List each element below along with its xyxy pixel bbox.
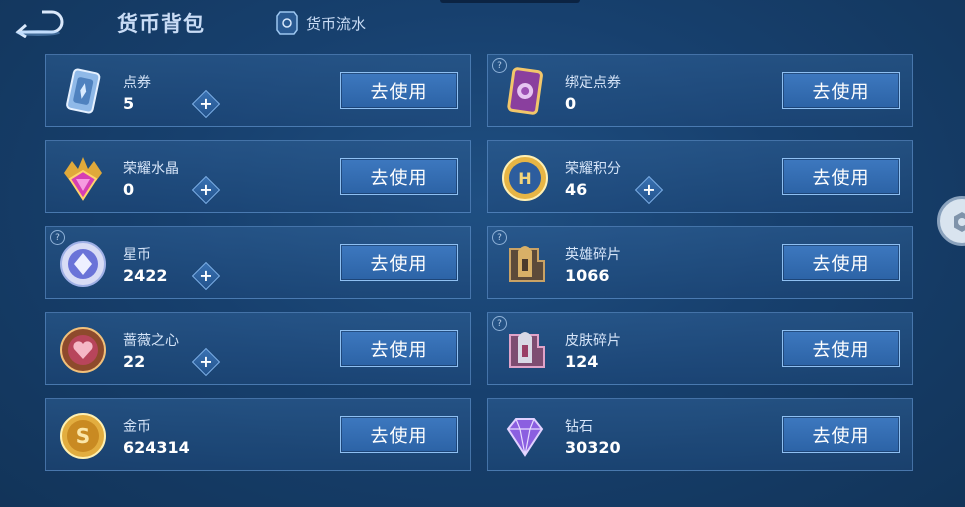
currency-name: 金币 bbox=[123, 419, 151, 435]
currency-flow-label: 货币流水 bbox=[306, 14, 367, 33]
use-button[interactable]: 去使用 bbox=[340, 72, 458, 109]
currency-card: H 荣耀积分 46 + 去使用 bbox=[487, 140, 913, 213]
gold-coin-icon: S bbox=[56, 409, 110, 463]
currency-amount: 624314 bbox=[123, 438, 190, 457]
currency-name: 蔷薇之心 bbox=[123, 333, 179, 349]
honor-points-icon: H bbox=[498, 151, 552, 205]
currency-flow-tab[interactable]: 货币流水 bbox=[276, 10, 366, 36]
currency-card: 蔷薇之心 22 + 去使用 bbox=[45, 312, 471, 385]
star-coin-icon bbox=[56, 237, 110, 291]
hero-fragment-icon bbox=[498, 237, 552, 291]
currency-card: S 金币 624314 去使用 bbox=[45, 398, 471, 471]
currency-amount: 5 bbox=[123, 94, 135, 113]
currency-amount: 124 bbox=[565, 352, 599, 371]
currency-name: 点券 bbox=[123, 75, 151, 91]
add-currency-button[interactable]: + bbox=[634, 175, 664, 205]
add-currency-button[interactable]: + bbox=[191, 261, 221, 291]
diamond-icon bbox=[498, 409, 552, 463]
currency-amount: 0 bbox=[123, 180, 135, 199]
side-settings-button[interactable] bbox=[937, 196, 965, 246]
plus-icon: + bbox=[199, 352, 213, 371]
use-button[interactable]: 去使用 bbox=[340, 330, 458, 367]
plus-icon: + bbox=[199, 94, 213, 113]
use-button[interactable]: 去使用 bbox=[782, 158, 900, 195]
top-bar: 货币背包 货币流水 bbox=[0, 0, 965, 46]
currency-name: 荣耀水晶 bbox=[123, 161, 179, 177]
currency-name: 荣耀积分 bbox=[565, 161, 621, 177]
page-title: 货币背包 bbox=[117, 12, 205, 36]
currency-card: ? 绑定点券 0 去使用 bbox=[487, 54, 913, 127]
currency-card: ? 星币 2422 + 去使用 bbox=[45, 226, 471, 299]
currency-amount: 22 bbox=[123, 352, 146, 371]
back-button[interactable] bbox=[12, 8, 64, 39]
plus-icon: + bbox=[199, 266, 213, 285]
add-currency-button[interactable]: + bbox=[191, 347, 221, 377]
currency-name: 钻石 bbox=[565, 419, 593, 435]
rose-heart-icon bbox=[56, 323, 110, 377]
add-currency-button[interactable]: + bbox=[191, 175, 221, 205]
currency-card: 荣耀水晶 0 + 去使用 bbox=[45, 140, 471, 213]
currency-amount: 2422 bbox=[123, 266, 168, 285]
currency-amount: 0 bbox=[565, 94, 577, 113]
use-button[interactable]: 去使用 bbox=[782, 416, 900, 453]
ticket-icon bbox=[56, 65, 110, 119]
use-button[interactable]: 去使用 bbox=[340, 416, 458, 453]
plus-icon: + bbox=[199, 180, 213, 199]
currency-amount: 1066 bbox=[565, 266, 610, 285]
use-button[interactable]: 去使用 bbox=[782, 244, 900, 281]
currency-amount: 30320 bbox=[565, 438, 621, 457]
back-arrow-icon bbox=[15, 10, 64, 39]
currency-name: 绑定点券 bbox=[565, 75, 621, 91]
svg-text:H: H bbox=[518, 169, 531, 188]
bound-ticket-icon bbox=[498, 65, 552, 119]
currency-name: 皮肤碎片 bbox=[565, 333, 621, 349]
crystal-icon bbox=[56, 151, 110, 205]
svg-text:S: S bbox=[76, 424, 90, 448]
currency-name: 星币 bbox=[123, 247, 151, 263]
gear-icon bbox=[954, 212, 965, 232]
currency-name: 英雄碎片 bbox=[565, 247, 621, 263]
use-button[interactable]: 去使用 bbox=[782, 72, 900, 109]
currency-card: 点券 5 + 去使用 bbox=[45, 54, 471, 127]
flow-card-icon bbox=[276, 11, 298, 35]
use-button[interactable]: 去使用 bbox=[782, 330, 900, 367]
use-button[interactable]: 去使用 bbox=[340, 158, 458, 195]
currency-card: 钻石 30320 去使用 bbox=[487, 398, 913, 471]
currency-card: ? 皮肤碎片 124 去使用 bbox=[487, 312, 913, 385]
currency-amount: 46 bbox=[565, 180, 588, 199]
add-currency-button[interactable]: + bbox=[191, 89, 221, 119]
currency-card: ? 英雄碎片 1066 去使用 bbox=[487, 226, 913, 299]
top-notch bbox=[440, 0, 580, 3]
plus-icon: + bbox=[642, 180, 656, 199]
use-button[interactable]: 去使用 bbox=[340, 244, 458, 281]
skin-fragment-icon bbox=[498, 323, 552, 377]
